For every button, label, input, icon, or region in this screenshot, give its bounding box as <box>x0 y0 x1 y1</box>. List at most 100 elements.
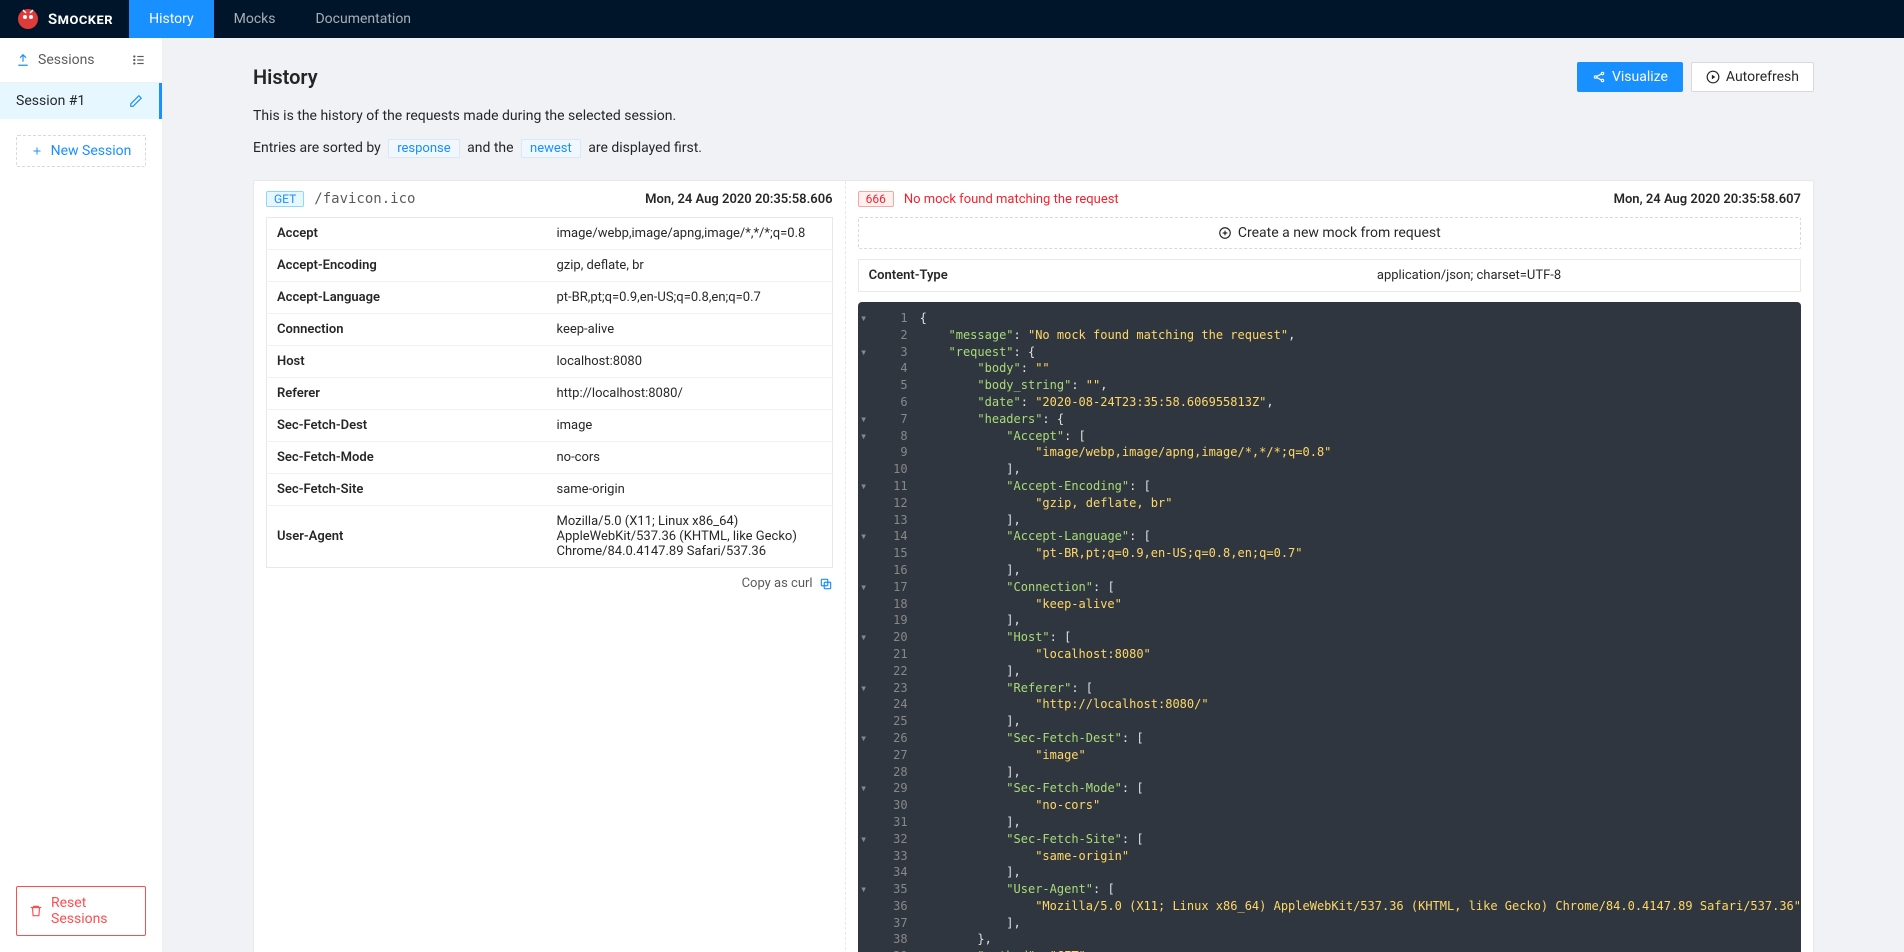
header-key: Accept <box>267 218 547 250</box>
nav-mocks[interactable]: Mocks <box>214 0 296 38</box>
upload-icon[interactable] <box>16 53 30 67</box>
sessions-label: Sessions <box>38 52 95 68</box>
header-key: Sec-Fetch-Dest <box>267 410 547 442</box>
code-line: ▾1{ <box>858 310 1801 327</box>
code-line: ▾17 "Connection": [ <box>858 579 1801 596</box>
code-line: 9 "image/webp,image/apng,image/*,*/*;q=0… <box>858 444 1801 461</box>
code-line: 24 "http://localhost:8080/" <box>858 696 1801 713</box>
code-line: ▾20 "Host": [ <box>858 629 1801 646</box>
page-title: History <box>253 65 318 89</box>
table-row: Content-Type application/json; charset=U… <box>858 260 1800 292</box>
sort-mid: and the <box>467 140 513 156</box>
plus-icon <box>31 145 43 157</box>
code-line: 21 "localhost:8080" <box>858 646 1801 663</box>
code-line: 30 "no-cors" <box>858 797 1801 814</box>
code-line: ▾29 "Sec-Fetch-Mode": [ <box>858 780 1801 797</box>
code-line: 10 ], <box>858 461 1801 478</box>
create-mock-button[interactable]: Create a new mock from request <box>858 217 1801 249</box>
reset-sessions-button[interactable]: Reset Sessions <box>16 886 146 936</box>
code-line: 5 "body_string": "", <box>858 377 1801 394</box>
code-line: 13 ], <box>858 512 1801 529</box>
table-row: Connectionkeep-alive <box>267 314 833 346</box>
logo-text: Smocker <box>48 10 113 28</box>
header-value: http://localhost:8080/ <box>547 378 833 410</box>
response-panel: 666 No mock found matching the request M… <box>846 181 1813 952</box>
nav-documentation[interactable]: Documentation <box>295 0 431 38</box>
code-line: 38 }, <box>858 931 1801 948</box>
nav-history[interactable]: History <box>129 0 214 38</box>
header-value: localhost:8080 <box>547 346 833 378</box>
sessions-header: Sessions <box>0 38 162 83</box>
logo-icon <box>16 7 40 31</box>
table-row: Sec-Fetch-Modeno-cors <box>267 442 833 474</box>
code-line: 19 ], <box>858 612 1801 629</box>
header-key: Connection <box>267 314 547 346</box>
method-tag: GET <box>266 191 304 207</box>
table-row: Acceptimage/webp,image/apng,image/*,*/*;… <box>267 218 833 250</box>
header-value: keep-alive <box>547 314 833 346</box>
code-line: 4 "body": "" <box>858 360 1801 377</box>
status-tag: 666 <box>858 191 894 207</box>
code-line: 27 "image" <box>858 747 1801 764</box>
code-line: 37 ], <box>858 915 1801 932</box>
sort-prefix: Entries are sorted by <box>253 140 381 156</box>
new-session-button[interactable]: New Session <box>16 135 146 167</box>
table-row: Refererhttp://localhost:8080/ <box>267 378 833 410</box>
code-line: 36 "Mozilla/5.0 (X11; Linux x86_64) Appl… <box>858 898 1801 915</box>
copy-as-curl[interactable]: Copy as curl <box>266 576 833 591</box>
header-key: Accept-Encoding <box>267 250 547 282</box>
table-row: User-AgentMozilla/5.0 (X11; Linux x86_64… <box>267 506 833 568</box>
plus-circle-icon <box>1218 226 1232 240</box>
autorefresh-label: Autorefresh <box>1726 69 1799 85</box>
session-item[interactable]: Session #1 <box>0 83 162 119</box>
sort-response-tag[interactable]: response <box>388 139 459 158</box>
response-body-code[interactable]: ▾1{2 "message": "No mock found matching … <box>858 302 1801 952</box>
code-line: ▾11 "Accept-Encoding": [ <box>858 478 1801 495</box>
new-session-label: New Session <box>51 143 132 159</box>
header-value: Mozilla/5.0 (X11; Linux x86_64) AppleWeb… <box>547 506 833 568</box>
table-row: Accept-Languagept-BR,pt;q=0.9,en-US;q=0.… <box>267 282 833 314</box>
request-timestamp: Mon, 24 Aug 2020 20:35:58.606 <box>645 192 832 207</box>
app-header: Smocker History Mocks Documentation <box>0 0 1904 38</box>
response-timestamp: Mon, 24 Aug 2020 20:35:58.607 <box>1614 192 1801 207</box>
code-line: 34 ], <box>858 864 1801 881</box>
header-key: Content-Type <box>858 260 1138 292</box>
header-key: Accept-Language <box>267 282 547 314</box>
trash-icon <box>29 904 43 918</box>
logo[interactable]: Smocker <box>0 7 129 31</box>
sort-line: Entries are sorted by response and the n… <box>253 140 1814 156</box>
session-label: Session #1 <box>16 93 85 109</box>
main-content: History Visualize Autorefresh This is th… <box>163 38 1904 952</box>
copy-icon <box>819 577 833 591</box>
list-icon[interactable] <box>132 53 146 67</box>
sort-suffix: are displayed first. <box>588 140 702 156</box>
code-line: 33 "same-origin" <box>858 848 1801 865</box>
autorefresh-button[interactable]: Autorefresh <box>1691 62 1814 92</box>
sort-newest-tag[interactable]: newest <box>521 139 581 158</box>
code-line: ▾7 "headers": { <box>858 411 1801 428</box>
code-line: ▾35 "User-Agent": [ <box>858 881 1801 898</box>
share-icon <box>1592 70 1606 84</box>
code-line: 18 "keep-alive" <box>858 596 1801 613</box>
code-line: 39 "method": "GET", <box>858 948 1801 952</box>
code-line: 16 ], <box>858 562 1801 579</box>
code-line: ▾23 "Referer": [ <box>858 680 1801 697</box>
request-path: /favicon.ico <box>314 191 415 207</box>
history-entry: GET /favicon.ico Mon, 24 Aug 2020 20:35:… <box>253 180 1814 952</box>
header-key: Referer <box>267 378 547 410</box>
sidebar: Sessions Session #1 New Session Reset <box>0 38 163 952</box>
code-line: 2 "message": "No mock found matching the… <box>858 327 1801 344</box>
reset-label: Reset Sessions <box>51 895 133 927</box>
visualize-button[interactable]: Visualize <box>1577 62 1683 92</box>
visualize-label: Visualize <box>1612 69 1668 85</box>
request-headers-table: Acceptimage/webp,image/apng,image/*,*/*;… <box>266 217 833 568</box>
edit-icon[interactable] <box>129 94 143 108</box>
header-value: gzip, deflate, br <box>547 250 833 282</box>
code-line: 6 "date": "2020-08-24T23:35:58.606955813… <box>858 394 1801 411</box>
code-line: 31 ], <box>858 814 1801 831</box>
error-message: No mock found matching the request <box>904 192 1119 207</box>
header-value: same-origin <box>547 474 833 506</box>
header-key: Sec-Fetch-Site <box>267 474 547 506</box>
code-line: ▾14 "Accept-Language": [ <box>858 528 1801 545</box>
header-key: Sec-Fetch-Mode <box>267 442 547 474</box>
